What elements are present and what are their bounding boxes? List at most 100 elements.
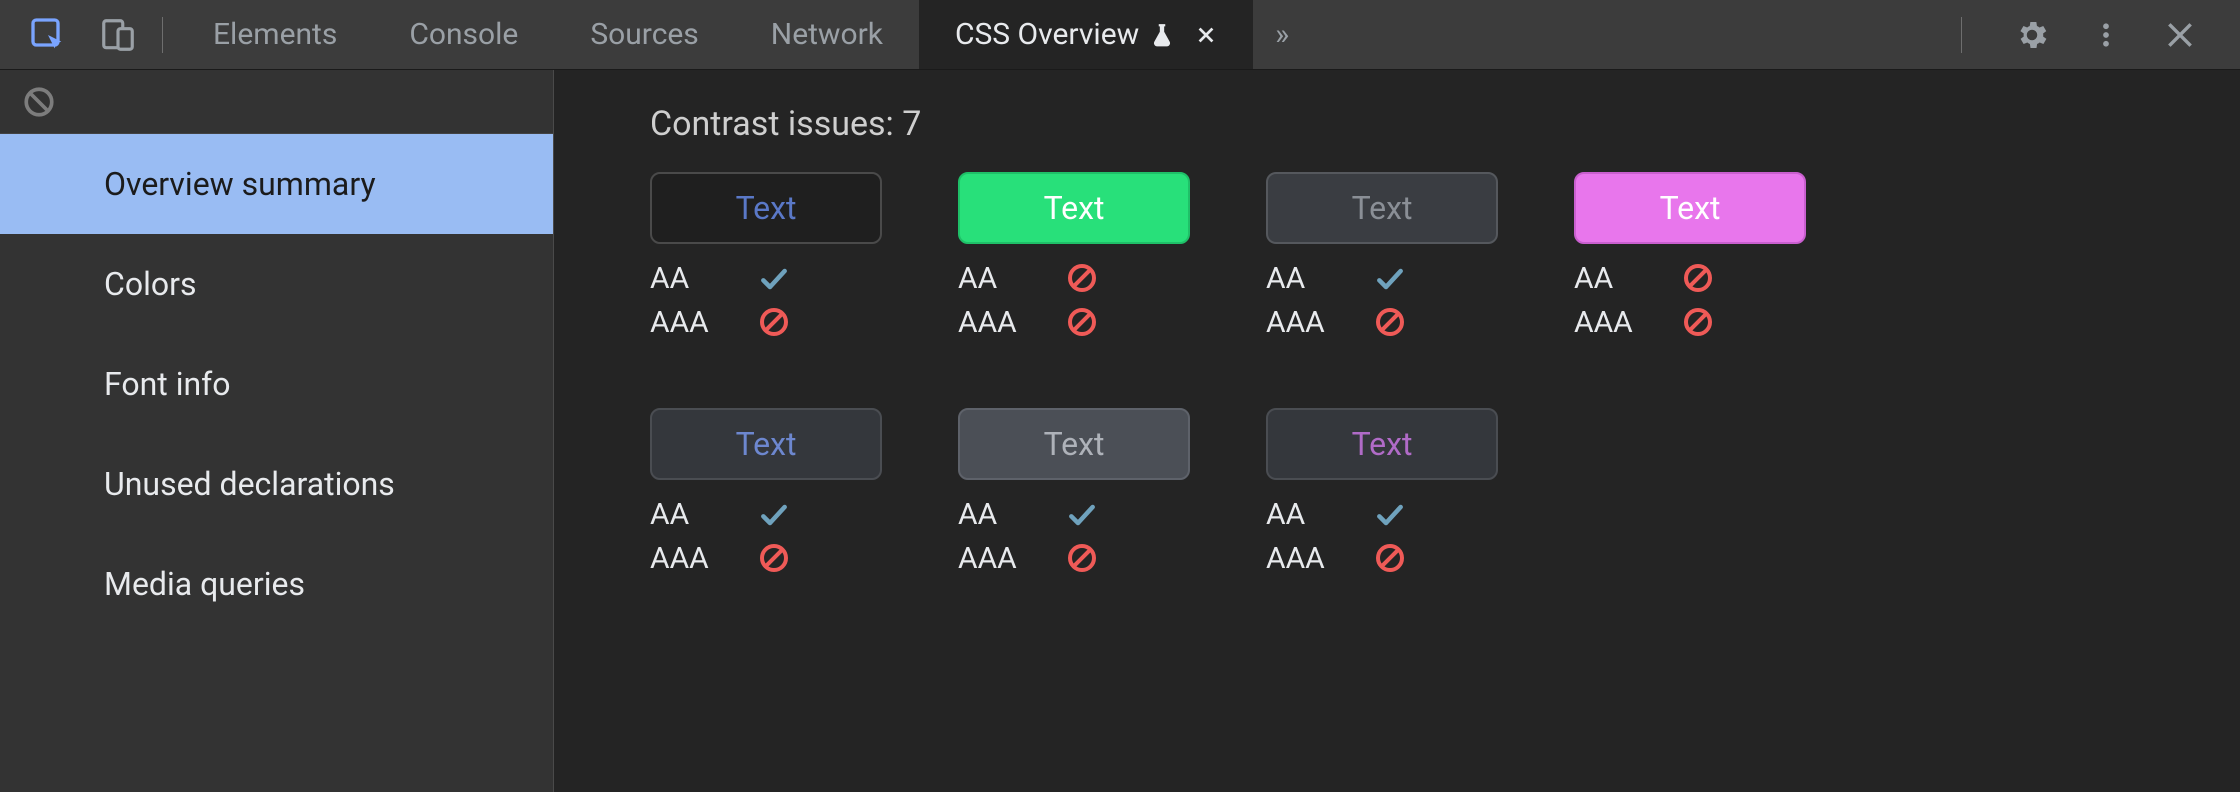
rating-row-aa: AA: [1574, 256, 1806, 300]
rating-label: AAA: [650, 541, 758, 576]
rating-label: AA: [1266, 261, 1374, 296]
contrast-swatch-block: TextAAAAA: [1266, 172, 1498, 344]
css-overview-sidebar: Overview summary Colors Font info Unused…: [0, 70, 554, 792]
swatch-text: Text: [1660, 189, 1721, 227]
swatch-text: Text: [1044, 189, 1105, 227]
contrast-ratings: AAAAA: [650, 492, 882, 580]
fail-icon: [1066, 306, 1098, 338]
clear-overview-icon[interactable]: [22, 85, 56, 119]
settings-gear-icon[interactable]: [2010, 13, 2054, 57]
css-overview-main: Contrast issues: 7 TextAAAAATextAAAAATex…: [554, 70, 2240, 792]
close-tab-icon[interactable]: [1195, 24, 1217, 46]
rating-label: AA: [958, 497, 1066, 532]
rating-row-aa: AA: [958, 492, 1190, 536]
contrast-swatch-block: TextAAAAA: [958, 408, 1190, 580]
check-icon: [758, 262, 790, 294]
rating-row-aa: AA: [650, 492, 882, 536]
check-icon: [1066, 498, 1098, 530]
inspect-element-icon[interactable]: [26, 13, 70, 57]
sidebar-item-font-info[interactable]: Font info: [0, 334, 553, 434]
contrast-swatch[interactable]: Text: [1266, 172, 1498, 244]
sidebar-item-media-queries[interactable]: Media queries: [0, 534, 553, 634]
rating-row-aaa: AAA: [1266, 536, 1498, 580]
tab-label: Sources: [590, 17, 698, 52]
contrast-swatch[interactable]: Text: [1266, 408, 1498, 480]
contrast-swatch-grid: TextAAAAATextAAAAATextAAAAATextAAAAAText…: [650, 172, 1950, 580]
tab-network[interactable]: Network: [735, 0, 919, 69]
swatch-text: Text: [736, 425, 797, 463]
fail-icon: [1374, 306, 1406, 338]
rating-row-aa: AA: [1266, 256, 1498, 300]
rating-label: AA: [1574, 261, 1682, 296]
check-icon: [1374, 262, 1406, 294]
fail-icon: [1374, 542, 1406, 574]
swatch-text: Text: [736, 189, 797, 227]
sidebar-item-colors[interactable]: Colors: [0, 234, 553, 334]
tabbar-left-tools: [10, 13, 140, 57]
tabbar-right-tools: [1961, 13, 2230, 57]
contrast-swatch-block: TextAAAAA: [650, 172, 882, 344]
rating-label: AAA: [1266, 541, 1374, 576]
sidebar-item-overview-summary[interactable]: Overview summary: [0, 134, 553, 234]
rating-label: AAA: [1574, 305, 1682, 340]
contrast-swatch[interactable]: Text: [958, 408, 1190, 480]
panel-body: Overview summary Colors Font info Unused…: [0, 70, 2240, 792]
contrast-ratings: AAAAA: [958, 256, 1190, 344]
tab-label: CSS Overview: [955, 17, 1139, 52]
tab-elements[interactable]: Elements: [177, 0, 373, 69]
rating-label: AA: [650, 261, 758, 296]
close-devtools-icon[interactable]: [2158, 13, 2202, 57]
rating-label: AA: [958, 261, 1066, 296]
rating-row-aaa: AAA: [958, 300, 1190, 344]
rating-label: AA: [1266, 497, 1374, 532]
rating-row-aaa: AAA: [958, 536, 1190, 580]
rating-label: AAA: [958, 305, 1066, 340]
contrast-swatch[interactable]: Text: [650, 408, 882, 480]
panel-tabs: Elements Console Sources Network CSS Ove…: [177, 0, 1311, 69]
rating-row-aa: AA: [958, 256, 1190, 300]
separator: [1961, 17, 1962, 53]
experimental-flask-icon: [1149, 22, 1175, 48]
devtools-tabbar: Elements Console Sources Network CSS Ove…: [0, 0, 2240, 70]
fail-icon: [1066, 262, 1098, 294]
rating-row-aa: AA: [1266, 492, 1498, 536]
separator: [162, 17, 163, 53]
swatch-text: Text: [1044, 425, 1105, 463]
tab-sources[interactable]: Sources: [554, 0, 734, 69]
sidebar-item-label: Media queries: [104, 565, 305, 603]
contrast-ratings: AAAAA: [650, 256, 882, 344]
fail-icon: [758, 306, 790, 338]
contrast-ratings: AAAAA: [958, 492, 1190, 580]
contrast-ratings: AAAAA: [1266, 256, 1498, 344]
fail-icon: [1682, 262, 1714, 294]
sidebar-item-label: Unused declarations: [104, 465, 395, 503]
rating-label: AAA: [958, 541, 1066, 576]
tab-label: Elements: [213, 17, 337, 52]
sidebar-item-label: Overview summary: [104, 165, 376, 203]
rating-label: AAA: [650, 305, 758, 340]
fail-icon: [1682, 306, 1714, 338]
swatch-text: Text: [1352, 189, 1413, 227]
rating-row-aaa: AAA: [1574, 300, 1806, 344]
sidebar-item-unused-declarations[interactable]: Unused declarations: [0, 434, 553, 534]
tab-label: Console: [409, 17, 518, 52]
sidebar-item-label: Colors: [104, 265, 196, 303]
rating-row-aaa: AAA: [1266, 300, 1498, 344]
check-icon: [1374, 498, 1406, 530]
check-icon: [758, 498, 790, 530]
kebab-menu-icon[interactable]: [2084, 13, 2128, 57]
rating-row-aaa: AAA: [650, 536, 882, 580]
sidebar-toolbar: [0, 70, 553, 134]
contrast-swatch-block: TextAAAAA: [1266, 408, 1498, 580]
rating-label: AA: [650, 497, 758, 532]
contrast-swatch[interactable]: Text: [958, 172, 1190, 244]
contrast-issues-heading: Contrast issues: 7: [650, 104, 2180, 144]
contrast-swatch[interactable]: Text: [650, 172, 882, 244]
tab-console[interactable]: Console: [373, 0, 554, 69]
more-tabs-button[interactable]: »: [1253, 0, 1311, 69]
device-toolbar-icon[interactable]: [96, 13, 140, 57]
tab-css-overview[interactable]: CSS Overview: [919, 0, 1253, 69]
contrast-swatch[interactable]: Text: [1574, 172, 1806, 244]
chevrons-right-icon: »: [1275, 17, 1289, 52]
rating-row-aaa: AAA: [650, 300, 882, 344]
